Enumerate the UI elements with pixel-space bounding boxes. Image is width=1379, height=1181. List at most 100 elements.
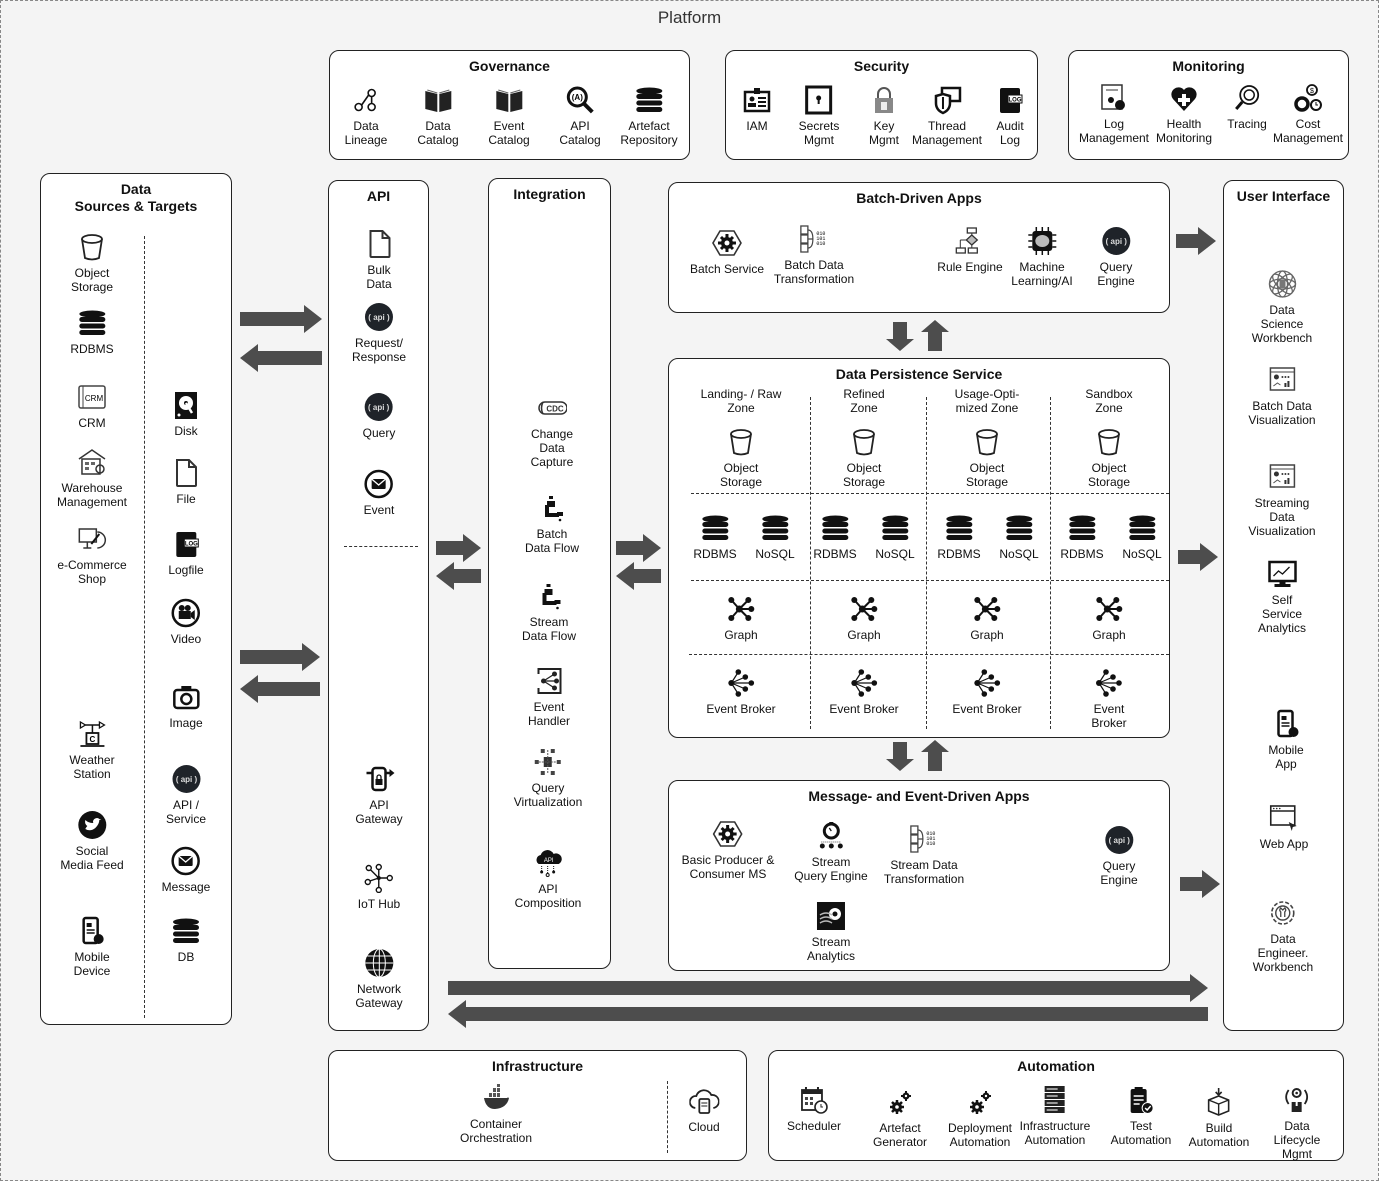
ui-streaming-data-visualization[interactable]: Streaming Data Visualization [1248,462,1316,538]
security-key-mgmt[interactable]: Key Mgmt [869,85,899,147]
sources-social-media-feed[interactable]: Social Media Feed [60,810,124,872]
ui-mobile-app[interactable]: Mobile App [1258,709,1315,771]
governance-api-catalog[interactable]: API Catalog [559,85,601,147]
sources-rdbms[interactable]: RDBMS [70,308,114,356]
automation-infrastructure-automation[interactable]: Infrastructure Automation [1020,1085,1090,1147]
governance-data-lineage[interactable]: Data Lineage [345,85,387,147]
zone-4-object-storage[interactable]: Object Storage [1088,427,1130,489]
monitoring-tracing[interactable]: Tracing [1227,83,1267,131]
integration-query-virtualization[interactable]: Query Virtualization [514,747,582,809]
integration-stream-data-flow[interactable]: Stream Data Flow [519,581,580,643]
api-event[interactable]: Event [364,469,394,517]
item-label: Audit Log [996,119,1024,147]
automation-data-lifecycle-mgmt[interactable]: Data Lifecycle Mgmt [1274,1085,1320,1161]
ui-web-app[interactable]: Web App [1260,803,1308,851]
batch-apps-machine-learning-ai[interactable]: Machine Learning/AI [1011,226,1073,288]
automation-artefact-generator[interactable]: Artefact Generator [873,1087,927,1149]
api-query[interactable]: Query [363,392,395,440]
monitoring-health-monitoring[interactable]: Health Monitoring [1156,83,1212,145]
api-api-gateway[interactable]: API Gateway [355,764,404,826]
monitoring-cost-management[interactable]: Cost Management [1273,83,1343,145]
sources-warehouse-management[interactable]: Warehouse Management [57,447,127,509]
automation-build-automation[interactable]: Build Automation [1189,1087,1249,1149]
api-network-gateway[interactable]: Network Gateway [355,948,403,1010]
event-apps-stream-data-transformation[interactable]: Stream Data Transformation [884,824,964,886]
security-secrets-mgmt[interactable]: Secrets Mgmt [799,85,839,147]
batch-apps-query-engine[interactable]: Query Engine [1097,226,1135,288]
sources-file[interactable]: File [171,458,201,506]
event-apps-stream-query-engine[interactable]: Stream Query Engine [794,821,868,883]
zone-1-nosql[interactable]: NoSQL [755,513,795,561]
security-audit-log[interactable]: Audit Log [995,85,1025,147]
zone-2-graph[interactable]: Graph [847,594,881,642]
sources-image[interactable]: Image [169,682,203,730]
zone-2-object-storage[interactable]: Object Storage [843,427,885,489]
zone-2-event-broker[interactable]: Event Broker [829,668,899,716]
batch-apps-rule-engine[interactable]: Rule Engine [937,226,1003,274]
automation-test-automation[interactable]: Test Automation [1111,1085,1171,1147]
zone-1-rdbms[interactable]: RDBMS [693,513,737,561]
batch-apps-batch-data-transformation[interactable]: Batch Data Transformation [774,224,854,286]
sources-crm[interactable]: CRM [77,382,107,430]
zone-1-object-storage[interactable]: Object Storage [720,427,762,489]
ui-data-engineer-workbench[interactable]: Data Engineer. Workbench [1253,898,1313,974]
zone-3-graph[interactable]: Graph [970,594,1004,642]
transformation-icon [909,824,939,854]
item-label: API / Service [165,798,206,826]
infrastructure-container-orchestration[interactable]: Container Orchestration [460,1083,532,1145]
monitoring-log-management[interactable]: Log Management [1079,83,1149,145]
event-apps-stream-analytics[interactable]: Stream Analytics [807,901,855,963]
api-iot-hub[interactable]: IoT Hub [358,863,400,911]
governance-data-catalog[interactable]: Data Catalog [417,85,459,147]
bucket-icon [77,232,107,262]
integration-api-composition[interactable]: API Composition [515,848,581,910]
sources-logfile[interactable]: Logfile [168,529,204,577]
sources-weather-station[interactable]: Weather Station [69,719,115,781]
integration-title: Integration [513,186,586,202]
integration-batch-data-flow[interactable]: Batch Data Flow [523,493,581,555]
sources-e-commerce-shop[interactable]: e-Commerce Shop [57,524,127,586]
security-iam[interactable]: IAM [742,85,772,133]
security-thread-management[interactable]: Thread Management [912,85,982,147]
automation-deployment-automation[interactable]: Deployment Automation [948,1087,1012,1149]
zone-3-rdbms[interactable]: RDBMS [937,513,981,561]
governance-event-catalog[interactable]: Event Catalog [488,85,530,147]
log-gear-icon [1099,83,1129,113]
sources-message[interactable]: Message [162,846,210,894]
zone-3-object-storage[interactable]: Object Storage [966,427,1008,489]
zone-1-event-broker[interactable]: Event Broker [706,668,776,716]
bucket-icon [972,427,1002,457]
ui-self-service-analytics[interactable]: Self Service Analytics [1252,559,1313,635]
zone-4-nosql[interactable]: NoSQL [1122,513,1162,561]
integration-change-data-capture[interactable]: Change Data Capture [523,393,581,469]
automation-scheduler[interactable]: Scheduler [787,1085,841,1133]
sources-mobile-device[interactable]: Mobile Device [74,916,110,978]
zone-2-rdbms[interactable]: RDBMS [813,513,857,561]
event-apps-basic-producer-consumer-ms[interactable]: Basic Producer & Consumer MS [682,819,774,881]
zone-4-event-broker[interactable]: Event Broker [1079,668,1139,730]
api-bulk-data[interactable]: Bulk Data [355,229,404,291]
ui-batch-data-visualization[interactable]: Batch Data Visualization [1248,365,1316,427]
event-apps-query-engine[interactable]: Query Engine [1100,825,1138,887]
api-request-response[interactable]: Request/ Response [352,302,406,364]
sources-object-storage[interactable]: Object Storage [71,232,113,294]
chip-brain-icon [1027,226,1057,256]
integration-event-handler[interactable]: Event Handler [519,666,580,728]
item-label: Web App [1259,837,1309,851]
zone-4-graph[interactable]: Graph [1092,594,1126,642]
monitoring-title: Monitoring [1172,58,1245,74]
zone-3-nosql[interactable]: NoSQL [999,513,1039,561]
zone-2-nosql[interactable]: NoSQL [875,513,915,561]
sources-disk[interactable]: Disk [171,390,201,438]
zone-4-rdbms[interactable]: RDBMS [1060,513,1104,561]
sources-db[interactable]: DB [171,916,201,964]
ui-data-science-workbench[interactable]: Data Science Workbench [1252,269,1313,345]
zone-3-event-broker[interactable]: Event Broker [952,668,1022,716]
governance-artefact-repository[interactable]: Artefact Repository [620,85,678,147]
batch-apps-batch-service[interactable]: Batch Service [690,228,764,276]
sources-video[interactable]: Video [171,598,201,646]
item-label: Stream Analytics [806,935,856,963]
zone-1-graph[interactable]: Graph [724,594,758,642]
sources-api-service[interactable]: API / Service [164,764,209,826]
infrastructure-cloud[interactable]: Cloud [688,1086,720,1134]
